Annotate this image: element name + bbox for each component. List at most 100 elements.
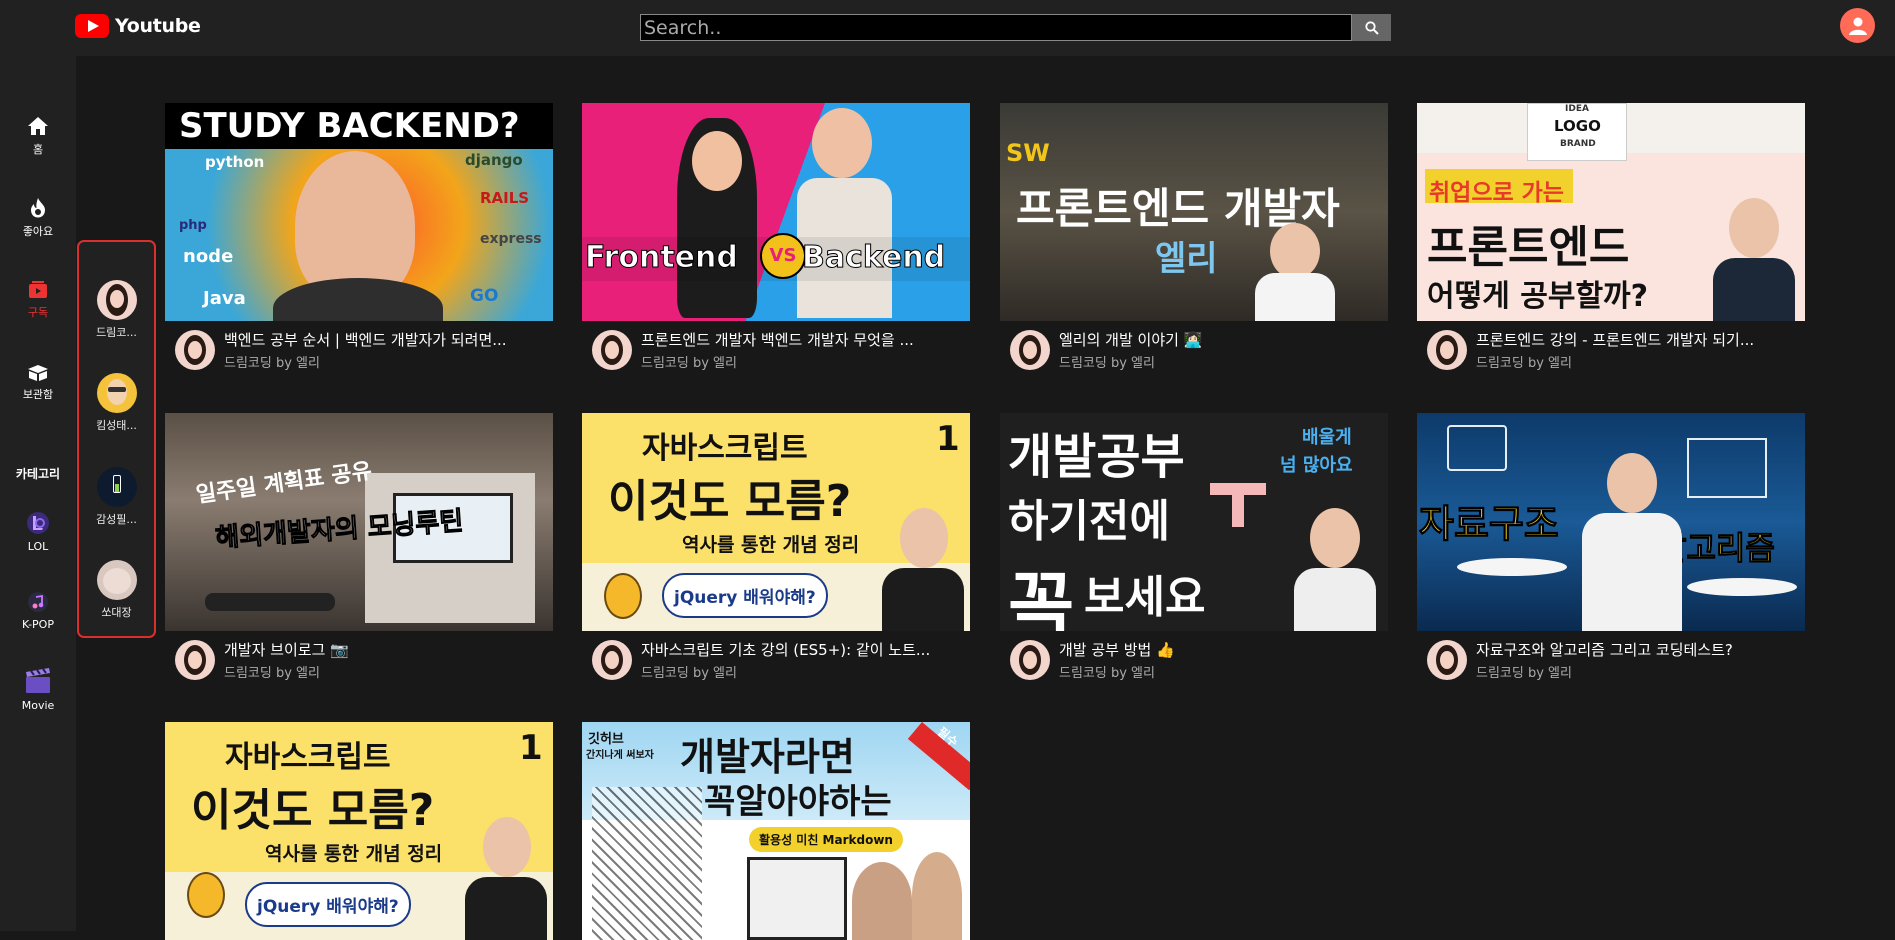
thumbnail-heading: 이것도 모름? — [191, 785, 435, 836]
channel-name[interactable]: 드림코딩 by 엘리 — [224, 352, 553, 371]
thumbnail-heading: 이것도 모름? — [608, 476, 852, 527]
video-card[interactable]: 자료구조 알고리즘 자료구조와 알고리즘 그리고 코딩테스트? 드림코딩 by … — [1417, 413, 1805, 681]
video-card[interactable]: 개발공부 하기전에 꼭 보세요 배울게 넘 많아요 개발 공부 방법 👍 드림코… — [1000, 413, 1388, 681]
search-bar — [640, 14, 1391, 41]
sidebar-item-likes[interactable]: 좋아요 — [0, 198, 76, 239]
video-thumbnail[interactable]: 자료구조 알고리즘 — [1417, 413, 1805, 631]
video-thumbnail[interactable]: IDEA LOGO BRAND 취업으로 가는 프론트엔드 어떻게 공부할까? — [1417, 103, 1805, 321]
sidebar-item-home[interactable]: 홈 — [0, 116, 76, 157]
thumbnail-heading: 개발공부 — [1008, 429, 1185, 485]
thumbnail-heading: 개발자라면 — [680, 735, 855, 779]
subscription-item[interactable]: 감성필... — [79, 467, 154, 527]
thumbnail-text: 어떻게 공부할까? — [1427, 279, 1649, 314]
user-icon — [1848, 17, 1867, 35]
search-button[interactable] — [1352, 14, 1391, 41]
channel-avatar[interactable] — [175, 640, 215, 680]
channel-avatar[interactable] — [592, 640, 632, 680]
channel-avatar — [96, 373, 137, 413]
thumbnail-text: 자바스크립트 — [225, 740, 391, 775]
video-title[interactable]: 프론트엔드 개발자 백엔드 개발자 무엇을 ... — [641, 330, 970, 350]
channel-name[interactable]: 드림코딩 by 엘리 — [1059, 662, 1388, 681]
video-thumbnail[interactable]: STUDY BACKEND? python django RAILS php n… — [165, 103, 553, 321]
thumbnail-text: 역사를 통한 개념 정리 — [265, 843, 443, 865]
video-title[interactable]: 개발자 브이로그 📷 — [224, 640, 553, 660]
channel-name[interactable]: 드림코딩 by 엘리 — [1476, 662, 1805, 681]
subscription-item[interactable]: 쏘대장 — [79, 560, 154, 620]
video-card[interactable]: STUDY BACKEND? python django RAILS php n… — [165, 103, 553, 371]
subscription-item[interactable]: 킴성태... — [79, 373, 154, 433]
thumbnail-text: GO — [470, 286, 499, 306]
thumbnail-text: 하기전에 — [1008, 496, 1170, 547]
channel-name[interactable]: 드림코딩 by 엘리 — [641, 662, 970, 681]
channel-name[interactable]: 드림코딩 by 엘리 — [641, 352, 970, 371]
channel-name[interactable]: 드림코딩 by 엘리 — [224, 662, 553, 681]
channel-avatar[interactable] — [1427, 640, 1467, 680]
channel-avatar[interactable] — [1010, 330, 1050, 370]
thumbnail-text: 보세요 — [1084, 572, 1206, 623]
subscription-name: 쏘대장 — [101, 606, 132, 619]
video-thumbnail[interactable]: SW 프론트엔드 개발자 엘리 — [1000, 103, 1388, 321]
sidebar-item-library[interactable]: 보관함 — [0, 363, 76, 402]
thumbnail-text: Java — [203, 288, 246, 309]
video-card[interactable]: SW 프론트엔드 개발자 엘리 엘리의 개발 이야기 👩🏻‍💻 드림코딩 by … — [1000, 103, 1388, 371]
sidebar-item-label: 구독 — [27, 306, 49, 319]
video-thumbnail[interactable]: Frontend VS Backend — [582, 103, 970, 321]
video-thumbnail[interactable]: 자바스크립트 이것도 모름? 역사를 통한 개념 정리 1 jQuery 배워야… — [165, 722, 553, 940]
video-meta: 자바스크립트 기초 강의 (ES5+): 같이 노트... 드림코딩 by 엘리 — [582, 640, 970, 681]
channel-avatar[interactable] — [175, 330, 215, 370]
sidebar-item-movie[interactable]: Movie — [0, 666, 76, 712]
thumbnail-text: django — [465, 151, 523, 169]
thumbnail-text: 활용성 미친 Markdown — [749, 827, 903, 852]
video-card[interactable]: 일주일 계획표 공유 해외개발자의 모닝루틴 개발자 브이로그 📷 드림코딩 b… — [165, 413, 553, 681]
video-thumbnail[interactable]: 깃허브 간지나게 써보자 개발자라면 꼭알아야하는 활용성 미친 Markdow… — [582, 722, 970, 940]
video-title[interactable]: 백엔드 공부 순서 | 백엔드 개발자가 되려면... — [224, 330, 553, 350]
thumbnail-text: 1 — [936, 419, 960, 459]
video-title[interactable]: 프론트엔드 강의 - 프론트엔드 개발자 되기... — [1476, 330, 1805, 350]
video-thumbnail[interactable]: 자바스크립트 이것도 모름? 역사를 통한 개념 정리 1 jQuery 배워야… — [582, 413, 970, 631]
thumbnail-text: node — [183, 246, 234, 267]
video-title[interactable]: 개발 공부 방법 👍 — [1059, 640, 1388, 660]
sidebar: 홈 좋아요 구독 보관함 카테고리 LOL K-POP Movie — [0, 56, 76, 931]
channel-avatar[interactable] — [592, 330, 632, 370]
sidebar-item-kpop[interactable]: K-POP — [0, 591, 76, 631]
sidebar-item-label: 좋아요 — [22, 225, 54, 238]
thumbnail-text: 꼭 — [1008, 564, 1075, 631]
channel-avatar[interactable] — [1010, 640, 1050, 680]
video-meta: 개발자 브이로그 📷 드림코딩 by 엘리 — [165, 640, 553, 681]
channel-name[interactable]: 드림코딩 by 엘리 — [1059, 352, 1388, 371]
search-input[interactable] — [640, 14, 1352, 41]
thumbnail-text: LOGO — [1554, 117, 1601, 135]
thumbnail-text: express — [480, 231, 542, 247]
video-title[interactable]: 엘리의 개발 이야기 👩🏻‍💻 — [1059, 330, 1388, 350]
channel-name[interactable]: 드림코딩 by 엘리 — [1476, 352, 1805, 371]
thumbnail-text: 엘리 — [1155, 239, 1218, 279]
thumbnail-text: RAILS — [480, 189, 530, 207]
subscription-item[interactable]: 드림코... — [79, 280, 154, 340]
sidebar-item-label: Movie — [21, 699, 55, 712]
video-title[interactable]: 자료구조와 알고리즘 그리고 코딩테스트? — [1476, 640, 1805, 660]
logo-text: Youtube — [115, 15, 201, 37]
clapperboard-icon — [26, 668, 50, 693]
thumbnail-text: 역사를 통한 개념 정리 — [682, 534, 860, 556]
sidebar-item-label: K-POP — [22, 618, 54, 631]
channel-avatar[interactable] — [1427, 330, 1467, 370]
video-card[interactable]: Frontend VS Backend 프론트엔드 개발자 백엔드 개발자 무엇… — [582, 103, 970, 371]
video-card[interactable]: 자바스크립트 이것도 모름? 역사를 통한 개념 정리 1 jQuery 배워야… — [582, 413, 970, 681]
video-card[interactable]: 깃허브 간지나게 써보자 개발자라면 꼭알아야하는 활용성 미친 Markdow… — [582, 722, 970, 940]
video-title[interactable]: 자바스크립트 기초 강의 (ES5+): 같이 노트... — [641, 640, 970, 660]
youtube-logo[interactable]: Youtube — [75, 14, 201, 38]
sidebar-item-lol[interactable]: LOL — [0, 511, 76, 553]
music-icon — [28, 592, 48, 612]
video-card[interactable]: IDEA LOGO BRAND 취업으로 가는 프론트엔드 어떻게 공부할까? … — [1417, 103, 1805, 371]
thumbnail-text: IDEA — [1565, 104, 1589, 114]
sidebar-item-subscriptions[interactable]: 구독 — [0, 281, 76, 320]
thumbnail-text: 넘 많아요 — [1280, 455, 1353, 476]
video-thumbnail[interactable]: 개발공부 하기전에 꼭 보세요 배울게 넘 많아요 — [1000, 413, 1388, 631]
video-thumbnail[interactable]: 일주일 계획표 공유 해외개발자의 모닝루틴 — [165, 413, 553, 631]
thumbnail-heading: 프론트엔드 — [1427, 222, 1630, 273]
user-avatar-button[interactable] — [1840, 8, 1875, 43]
video-meta: 개발 공부 방법 👍 드림코딩 by 엘리 — [1000, 640, 1388, 681]
video-meta: 프론트엔드 개발자 백엔드 개발자 무엇을 ... 드림코딩 by 엘리 — [582, 330, 970, 371]
video-card[interactable]: 자바스크립트 이것도 모름? 역사를 통한 개념 정리 1 jQuery 배워야… — [165, 722, 553, 940]
subscription-name: 감성필... — [96, 513, 137, 526]
